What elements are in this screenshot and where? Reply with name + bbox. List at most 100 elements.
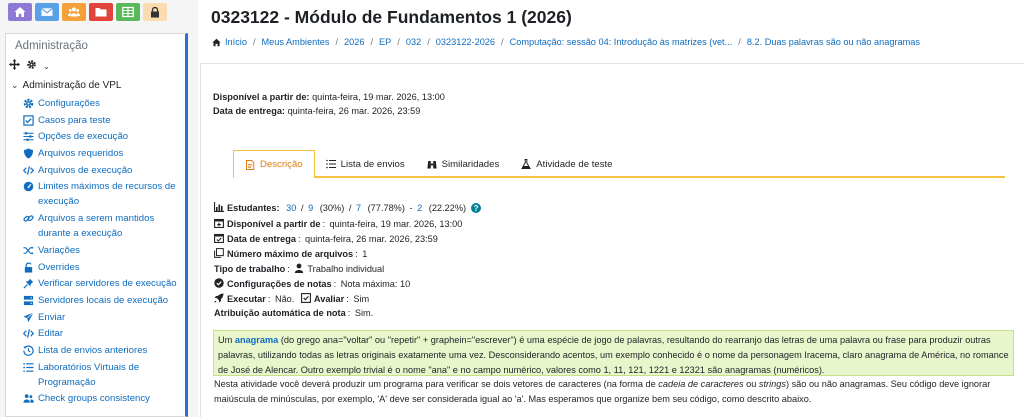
breadcrumb-item[interactable]: Computação: sessão 04: Introdução às mat… [510, 37, 733, 47]
students-c-link[interactable]: 2 [417, 203, 422, 213]
tab-list[interactable]: Lista de envios [315, 150, 416, 178]
max-files-label: Número máximo de arquivos [227, 249, 354, 259]
menu-item-label: Arquivos requeridos [38, 148, 124, 160]
menu-item[interactable]: Editar [23, 326, 183, 341]
breadcrumb-item[interactable]: 8.2. Duas palavras são ou não anagramas [747, 37, 920, 47]
breadcrumb-separator: / [370, 37, 374, 47]
quick-link-mail[interactable] [35, 3, 59, 21]
menu-item[interactable]: Check groups consistency [23, 391, 183, 406]
menu-item[interactable]: Servidores locais de execução [23, 293, 183, 308]
home-icon [14, 6, 26, 18]
block-tools: ⌄ [9, 59, 50, 73]
administration-title: Administração [15, 40, 88, 52]
chevron-down-icon[interactable]: ⌄ [43, 62, 50, 71]
menu-item[interactable]: Verificar servidores de execução [23, 276, 183, 291]
gear-icon [23, 98, 34, 109]
menu-item[interactable]: Laboratórios Virtuais de Programação [23, 360, 183, 390]
binoculars-icon [427, 159, 437, 169]
vpl-admin-header[interactable]: ⌄ Administração de VPL [11, 80, 122, 91]
menu-item-label: Editar [38, 328, 64, 340]
quick-link-folder[interactable] [89, 3, 113, 21]
work-type-label: Tipo de trabalho [214, 264, 286, 274]
students-total-link[interactable]: 30 [286, 203, 296, 213]
tab-binoculars[interactable]: Similaridades [416, 150, 511, 178]
menu-item[interactable]: Variações [23, 243, 183, 258]
menu-item[interactable]: Overrides [23, 260, 183, 275]
max-files-value: 1 [362, 249, 368, 259]
detail-due-value: quinta-feira, 26 mar. 2026, 23:59 [305, 234, 438, 244]
due-date-row: Data de entrega: quinta-feira, 26 mar. 2… [213, 106, 420, 116]
copy-icon [214, 248, 225, 260]
menu-item-label: Overrides [38, 261, 80, 273]
check-circle-icon [214, 278, 225, 290]
breadcrumb-separator: / [427, 37, 430, 47]
breadcrumb-item[interactable]: Meus Ambientes [262, 37, 330, 47]
left-column: Administração ⌄ ⌄ Administração de VPL C… [0, 0, 198, 417]
work-type-row: Tipo de trabalho: Trabalho individual [214, 263, 385, 274]
activity-tabs: Descrição Lista de envios Similaridades Ati… [233, 150, 1005, 178]
menu-item-label: Limites máximos de recursos de execução [38, 181, 176, 208]
students-a-link[interactable]: 9 [308, 203, 313, 213]
students-b-pct: (77.78%) [367, 203, 405, 213]
auto-grade-label: Atribuição automática de nota [214, 308, 346, 318]
folder-icon [95, 6, 107, 18]
tab-label: Atividade de teste [536, 158, 613, 170]
breadcrumb-separator: / [397, 37, 400, 47]
menu-item[interactable]: Casos para teste [23, 113, 183, 128]
home-icon [212, 38, 225, 47]
tab-flask[interactable]: Atividade de teste [510, 150, 623, 178]
due-date-label: Data de entrega: [213, 106, 285, 116]
breadcrumb-item[interactable]: Início [225, 37, 247, 47]
menu-item-label: Configurações [38, 98, 100, 109]
tab-label: Similaridades [441, 158, 500, 170]
quick-link-users[interactable] [62, 3, 86, 21]
gear-icon[interactable] [26, 59, 37, 73]
help-icon[interactable]: ? [471, 203, 482, 213]
sliders-icon [23, 131, 34, 142]
quick-link-home[interactable] [8, 3, 32, 21]
detail-available-value: quinta-feira, 19 mar. 2026, 13:00 [329, 219, 463, 229]
students-a-pct: (30%) [319, 203, 345, 213]
move-icon[interactable] [9, 59, 20, 73]
breadcrumb: Início / Meus Ambientes / 2026 / EP / 032 / 032312… [212, 37, 920, 47]
tab-label: Lista de envios [340, 158, 405, 170]
desc-p2-c: ou [743, 379, 759, 389]
breadcrumb-separator: / [335, 37, 339, 47]
menu-item[interactable]: Arquivos a serem mantidos durante a exec… [23, 211, 183, 241]
quick-links [8, 3, 167, 21]
unlock-icon [23, 262, 34, 273]
students-b-link[interactable]: 7 [356, 203, 361, 213]
server-icon [23, 295, 34, 306]
menu-item[interactable]: Opções de execução [23, 129, 183, 144]
eval-check-icon [300, 293, 312, 305]
menu-item-label: Arquivos a serem mantidos durante a exec… [38, 213, 155, 240]
menu-item-label: Laboratórios Virtuais de Programação [38, 361, 140, 388]
menu-item[interactable]: Enviar [23, 310, 183, 325]
vpl-admin-menu: Configurações Casos para teste Opções de e… [23, 96, 183, 408]
breadcrumb-item[interactable]: 032 [406, 37, 421, 47]
desc-p1-text: (do grego ana="voltar" ou "repetir" + gr… [218, 335, 1009, 375]
users-icon [23, 393, 34, 404]
page-title: 0323122 - Módulo de Fundamentos 1 (2026) [211, 7, 572, 27]
calendar-plus-icon [214, 218, 225, 230]
tab-doc[interactable]: Descrição [233, 150, 315, 178]
quick-link-lock[interactable] [143, 3, 167, 21]
rocket-icon [214, 293, 225, 305]
menu-item[interactable]: Arquivos requeridos [23, 146, 183, 161]
breadcrumb-item[interactable]: 2026 [344, 37, 364, 47]
menu-item-label: Check groups consistency [38, 393, 150, 405]
list-icon [325, 159, 336, 169]
menu-item[interactable]: Lista de envios anteriores [23, 343, 183, 358]
menu-item[interactable]: Limites máximos de recursos de execução [23, 179, 183, 209]
send-icon [23, 311, 34, 323]
menu-item[interactable]: Arquivos de execução [23, 163, 183, 178]
breadcrumb-separator: / [252, 37, 256, 47]
desc-p2-italic-a: cadeia de caracteres [658, 379, 744, 389]
quick-link-table[interactable] [116, 3, 140, 21]
menu-item-label: Lista de envios anteriores [38, 344, 148, 356]
max-files-row: Número máximo de arquivos: 1 [214, 248, 367, 260]
menu-item[interactable]: Configurações [23, 96, 183, 111]
breadcrumb-item[interactable]: EP [379, 37, 391, 47]
anagram-keyword[interactable]: anagrama [235, 335, 278, 345]
breadcrumb-item[interactable]: 0323122-2026 [436, 37, 495, 47]
